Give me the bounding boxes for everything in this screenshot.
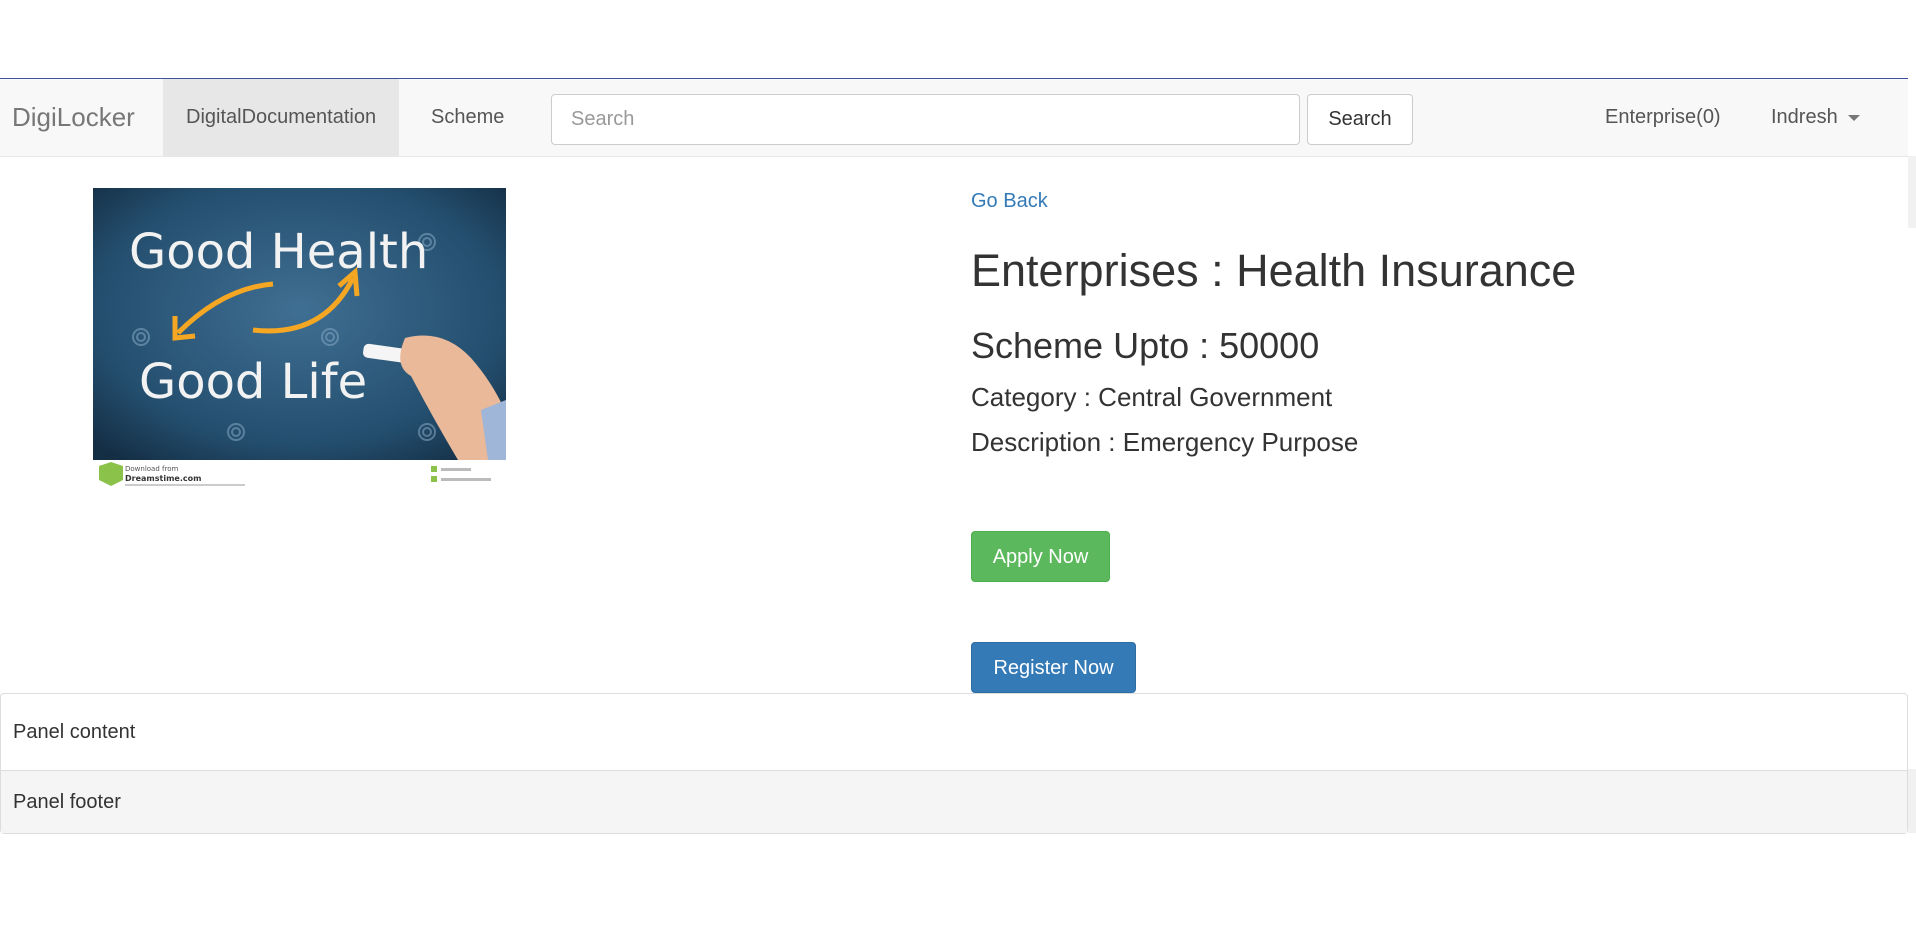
search-button[interactable]: Search [1307, 94, 1413, 145]
category-text: Category : Central Government [971, 382, 1333, 412]
description-text: Description : Emergency Purpose [971, 427, 1359, 457]
apply-now-button[interactable]: Apply Now [971, 531, 1110, 582]
good-health-chalkboard-icon: Good Health Good Life Download from Drea… [93, 188, 506, 488]
nav-item-enterprise[interactable]: Enterprise(0) [1582, 79, 1744, 156]
panel-content: Panel content [13, 721, 136, 743]
user-name: Indresh [1771, 106, 1838, 128]
image-footer-site: Dreamstime.com [125, 474, 201, 483]
navbar: DigiLocker DigitalDocumentation Scheme S… [0, 79, 1908, 157]
image-footer-small: Download from [125, 465, 178, 473]
scheme-upto: Scheme Upto : 50000 [971, 325, 1320, 366]
scrollbar-track-lower[interactable] [1908, 769, 1916, 833]
go-back-link[interactable]: Go Back [971, 190, 1048, 213]
panel-footer: Panel footer [1, 770, 1907, 833]
user-menu[interactable]: Indresh [1748, 79, 1883, 156]
search-input[interactable]: Search [551, 94, 1300, 145]
nav-item-scheme[interactable]: Scheme [408, 79, 527, 156]
scheme-image: Good Health Good Life Download from Drea… [93, 188, 506, 488]
brand-logo[interactable]: DigiLocker [12, 79, 135, 156]
panel: Panel content Panel footer [0, 693, 1908, 834]
nav-item-digitaldocumentation[interactable]: DigitalDocumentation [163, 79, 400, 156]
scrollbar-track[interactable] [1908, 156, 1916, 228]
image-text-line1: Good Health [129, 224, 428, 280]
caret-down-icon [1847, 114, 1860, 121]
register-now-button[interactable]: Register Now [971, 642, 1136, 693]
page-title: Enterprises : Health Insurance [971, 245, 1577, 296]
image-text-line2: Good Life [139, 354, 367, 410]
